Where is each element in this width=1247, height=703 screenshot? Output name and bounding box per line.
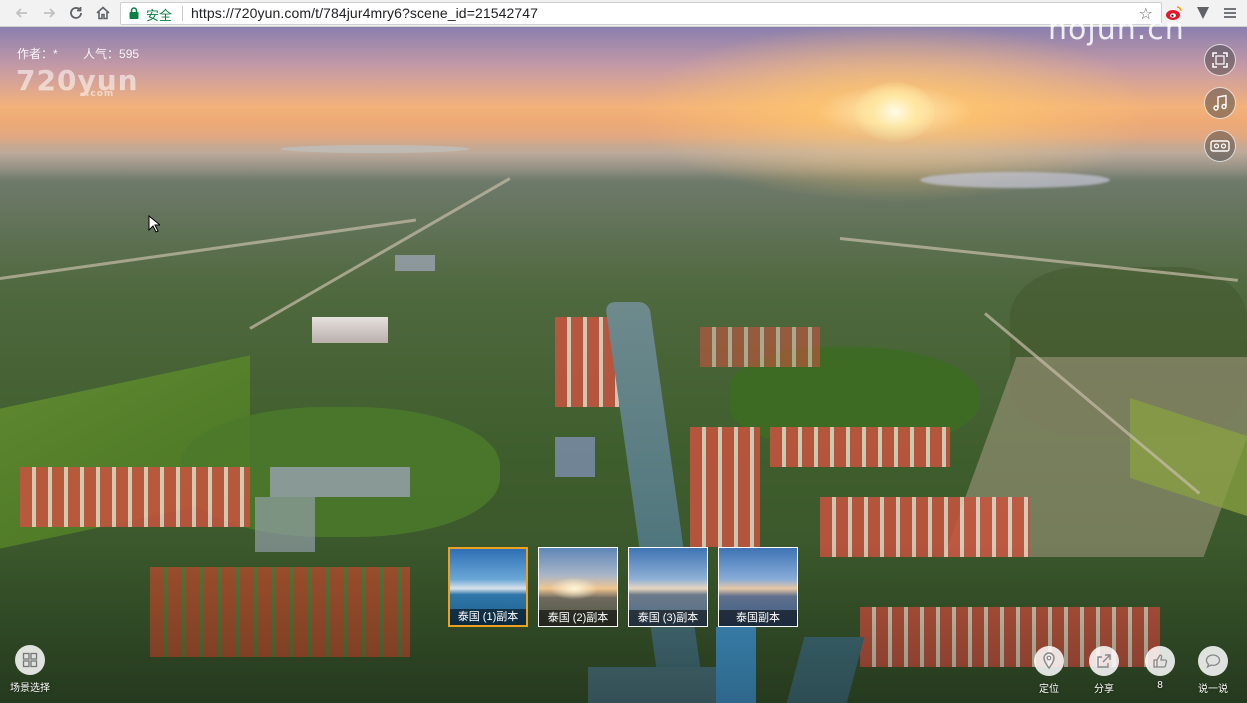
location-label: 定位 — [1039, 684, 1059, 695]
author-label: 作者：* — [17, 47, 58, 61]
popularity-label: 人气：595 — [83, 47, 140, 61]
share-button[interactable]: 分享 — [1089, 646, 1119, 695]
housing-block — [20, 467, 250, 527]
music-icon — [1213, 94, 1227, 111]
browser-menu-button[interactable] — [1220, 3, 1240, 23]
vr-glasses-icon — [1210, 140, 1230, 152]
lock-icon — [129, 7, 139, 19]
scene-thumb-label: 泰国 (2)副本 — [539, 610, 617, 626]
extension-button[interactable] — [1193, 3, 1213, 23]
logo-text: 720yun — [16, 64, 139, 97]
scene-thumb-label: 泰国 (3)副本 — [629, 610, 707, 626]
road — [249, 177, 511, 330]
scene-select-label: 场景选择 — [10, 683, 50, 694]
building — [555, 437, 595, 477]
like-button[interactable]: 8 — [1145, 646, 1175, 691]
home-icon — [96, 6, 110, 20]
share-icon — [1097, 654, 1111, 668]
location-button[interactable]: 定位 — [1034, 646, 1064, 695]
scene-thumb-1[interactable]: 泰国 (1)副本 — [448, 547, 528, 627]
back-button[interactable] — [12, 3, 32, 23]
logo-subtext: .com — [86, 89, 115, 99]
comment-label: 说一说 — [1198, 684, 1228, 695]
forward-button[interactable] — [39, 3, 59, 23]
fullscreen-button[interactable] — [1204, 44, 1236, 76]
housing-block — [690, 427, 760, 547]
v-shield-icon — [1197, 7, 1209, 19]
reload-button[interactable] — [66, 3, 86, 23]
building — [312, 317, 388, 343]
building — [395, 255, 435, 271]
scene-thumb-label: 泰国 (1)副本 — [450, 609, 526, 625]
share-label: 分享 — [1094, 684, 1114, 695]
720yun-logo[interactable]: 720yun .com — [16, 64, 139, 99]
comment-circle — [1198, 646, 1228, 676]
grid-icon — [22, 652, 38, 668]
scene-select-button[interactable]: 场景选择 — [10, 645, 50, 694]
share-circle — [1089, 646, 1119, 676]
menu-lines-icon — [1224, 8, 1236, 18]
arrow-right-icon — [44, 8, 56, 18]
scene-thumb-4[interactable]: 泰国副本 — [718, 547, 798, 627]
scene-thumb-label: 泰国副本 — [719, 610, 797, 626]
comment-button[interactable]: 说一说 — [1198, 646, 1228, 695]
chat-bubble-icon — [1205, 654, 1221, 669]
reload-icon — [70, 7, 82, 19]
warehouse — [270, 467, 410, 497]
scene-thumb-3[interactable]: 泰国 (3)副本 — [628, 547, 708, 627]
scene-thumbnails: 泰国 (1)副本 泰国 (2)副本 泰国 (3)副本 泰国副本 — [448, 547, 798, 629]
like-circle — [1145, 646, 1175, 676]
location-circle — [1034, 646, 1064, 676]
music-button[interactable] — [1204, 87, 1236, 119]
scene-info: 作者：* 人气：595 — [17, 45, 161, 62]
home-button[interactable] — [93, 3, 113, 23]
like-count: 8 — [1157, 680, 1163, 691]
scene-thumb-2[interactable]: 泰国 (2)副本 — [538, 547, 618, 627]
distant-river — [280, 145, 470, 153]
housing-block — [770, 427, 950, 467]
secure-label: 安全 — [146, 8, 173, 23]
address-bar[interactable]: 安全 https://720yun.com/t/784jur4mry6?scen… — [120, 2, 1162, 25]
url-text[interactable]: https://720yun.com/t/784jur4mry6?scene_i… — [191, 5, 538, 21]
thumbs-up-icon — [1153, 654, 1168, 668]
divider — [182, 6, 183, 21]
road — [839, 237, 1238, 282]
vr-mode-button[interactable] — [1204, 130, 1236, 162]
road — [0, 218, 417, 280]
housing-block — [700, 327, 820, 367]
scene-select-circle — [15, 645, 45, 675]
distant-lake — [920, 172, 1110, 188]
location-pin-icon — [1043, 652, 1055, 670]
arrow-left-icon — [15, 8, 27, 18]
mouse-cursor-icon — [148, 215, 160, 233]
fullscreen-icon — [1212, 52, 1228, 68]
watermark: hojun.cn — [1048, 12, 1185, 47]
